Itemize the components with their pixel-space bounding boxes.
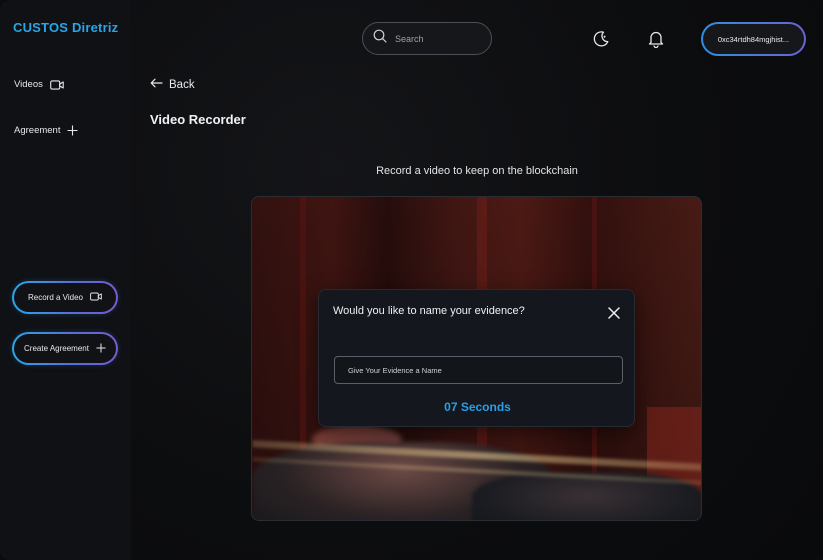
back-button[interactable]: Back [150,78,195,91]
create-agreement-button[interactable]: Create Agreement [12,332,118,365]
dialog-title: Would you like to name your evidence? [333,305,525,317]
sidebar-item-agreement[interactable]: Agreement [14,125,78,136]
search-input[interactable] [395,33,475,44]
plus-icon [96,342,106,355]
sidebar-item-label: Videos [14,79,43,90]
moon-icon[interactable] [592,30,610,53]
page-subtitle: Record a video to keep on the blockchain [376,165,578,177]
record-video-label: Record a Video [28,293,83,302]
arrow-left-icon [150,78,163,91]
sidebar-item-label: Agreement [14,125,61,136]
sidebar-item-videos[interactable]: Videos [14,79,64,90]
brand-logo: CUSTOS Diretriz [13,20,119,35]
plus-icon [67,125,78,136]
close-icon[interactable] [608,306,620,324]
search-box[interactable] [362,22,492,55]
record-video-button[interactable]: Record a Video [12,281,118,314]
bell-icon[interactable] [648,30,664,53]
recording-timer: 07 Seconds [444,400,511,414]
app-window: CUSTOS Diretriz Videos Agreement Record … [0,0,823,560]
search-icon [373,29,387,48]
page-title: Video Recorder [150,112,246,127]
wallet-address-button[interactable]: 0xc34rtdh84mgjhist... [701,22,806,56]
back-label: Back [169,78,195,91]
sidebar: CUSTOS Diretriz Videos Agreement Record … [0,0,131,560]
name-evidence-dialog: Would you like to name your evidence? 07… [318,289,635,427]
video-camera-icon [50,79,64,90]
create-agreement-label: Create Agreement [24,344,89,353]
video-camera-icon [90,292,102,303]
evidence-name-input[interactable] [334,356,623,384]
